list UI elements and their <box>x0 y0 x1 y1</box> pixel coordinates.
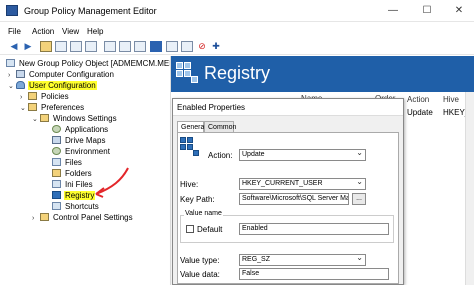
dialog-title: Enabled Properties <box>173 99 403 116</box>
tree-item-drive-maps[interactable]: Drive Maps <box>52 135 106 146</box>
show-hide-tree-icon[interactable] <box>55 41 67 52</box>
action-select[interactable]: Update <box>239 149 366 161</box>
browse-button[interactable]: ... <box>352 193 366 205</box>
menu-file[interactable]: File <box>8 27 21 36</box>
tree-item-files[interactable]: Files <box>52 157 83 168</box>
drive-icon <box>52 136 61 144</box>
panel-title: Registry <box>204 63 271 83</box>
hive-select[interactable]: HKEY_CURRENT_USER <box>239 178 366 190</box>
annotation-arrow <box>95 167 129 198</box>
registry-action-icon <box>180 137 200 157</box>
value-type-label: Value type: <box>180 256 220 265</box>
menu-action[interactable]: Action <box>32 27 54 36</box>
column-action[interactable]: Action <box>407 95 429 104</box>
tree-item-ini-files[interactable]: Ini Files <box>52 179 94 190</box>
report-icon[interactable] <box>166 41 178 52</box>
folder-icon <box>40 114 49 122</box>
applications-icon <box>52 125 61 133</box>
minimize-button[interactable]: — <box>383 3 403 19</box>
settings-icon[interactable] <box>181 41 193 52</box>
export-list-icon[interactable] <box>85 41 97 52</box>
collapse-icon[interactable]: ⌄ <box>8 81 16 92</box>
dialog-body: Action: Update Hive: HKEY_CURRENT_USER K… <box>177 132 399 284</box>
tree-preferences[interactable]: ⌄ Preferences <box>20 102 85 113</box>
tree-item-registry[interactable]: Registry <box>52 190 96 201</box>
list-icon[interactable] <box>119 41 131 52</box>
row-action[interactable]: Update <box>407 108 433 117</box>
properties-dialog: Enabled Properties General Common Action… <box>172 98 404 285</box>
refresh-icon[interactable] <box>70 41 82 52</box>
tree-panel: New Group Policy Object [ADMEMCM.MEMCM ›… <box>0 56 170 285</box>
menu-view[interactable]: View <box>62 27 79 36</box>
action-label: Action: <box>208 151 233 160</box>
tree-item-environment[interactable]: Environment <box>52 146 111 157</box>
value-data-label: Value data: <box>180 270 220 279</box>
help-icon[interactable] <box>150 41 162 52</box>
tree-item-applications[interactable]: Applications <box>52 124 109 135</box>
up-folder-icon[interactable] <box>40 41 52 52</box>
shortcut-icon <box>52 202 61 210</box>
value-type-select[interactable]: REG_SZ <box>239 254 366 266</box>
tree-item-folders[interactable]: Folders <box>52 168 93 179</box>
value-name-input[interactable]: Enabled <box>239 223 389 235</box>
folder-icon <box>28 103 37 111</box>
registry-icon <box>52 191 61 199</box>
scrollbar[interactable] <box>465 92 474 285</box>
tree-item-shortcuts[interactable]: Shortcuts <box>52 201 100 212</box>
properties-icon[interactable] <box>104 41 116 52</box>
value-data-input[interactable]: False <box>239 268 389 280</box>
environment-icon <box>52 147 61 155</box>
value-name-group-label: Value name <box>184 210 223 217</box>
expand-icon[interactable]: › <box>32 213 40 224</box>
file-icon <box>52 158 61 166</box>
window-title: Group Policy Management Editor <box>24 6 157 16</box>
maximize-button[interactable]: ☐ <box>417 3 437 19</box>
default-label: Default <box>197 225 223 234</box>
computer-icon <box>16 70 25 78</box>
menu-help[interactable]: Help <box>87 27 103 36</box>
back-icon[interactable]: ◀ <box>8 41 20 52</box>
tree-windows-settings[interactable]: ⌄ Windows Settings <box>32 113 118 124</box>
delete-icon[interactable]: ⊘ <box>196 41 208 52</box>
title-bar: Group Policy Management Editor — ☐ ✕ <box>0 0 474 22</box>
app-icon <box>6 5 18 16</box>
user-icon <box>16 81 25 89</box>
key-path-input[interactable]: Software\Microsoft\SQL Server Management… <box>239 193 349 205</box>
tree-user-configuration[interactable]: ⌄ User Configuration <box>8 80 97 91</box>
folder-icon <box>28 92 37 100</box>
add-icon[interactable]: ✚ <box>210 41 222 52</box>
ini-file-icon <box>52 180 61 188</box>
toolbar: ◀ ▶ ⊘ ✚ <box>0 39 474 55</box>
policy-icon <box>6 59 15 67</box>
folder-icon <box>40 213 49 221</box>
tree-computer-configuration[interactable]: › Computer Configuration <box>8 69 115 80</box>
folder-icon <box>52 169 61 177</box>
hive-label: Hive: <box>180 180 199 189</box>
column-hive[interactable]: Hive <box>443 95 459 104</box>
close-button[interactable]: ✕ <box>449 3 469 19</box>
tree-policies[interactable]: › Policies <box>20 91 70 102</box>
menu-bar: File Action View Help <box>0 24 474 38</box>
default-checkbox[interactable] <box>186 225 194 233</box>
forward-icon[interactable]: ▶ <box>22 41 34 52</box>
key-path-label: Key Path: <box>180 195 215 204</box>
collapse-icon[interactable]: ⌄ <box>20 103 28 114</box>
registry-icon <box>176 62 198 84</box>
tree-control-panel-settings[interactable]: › Control Panel Settings <box>32 212 134 223</box>
tree-root[interactable]: New Group Policy Object [ADMEMCM.MEMCM <box>6 58 170 69</box>
registry-header: Registry <box>171 56 474 92</box>
view-icon[interactable] <box>134 41 146 52</box>
collapse-icon[interactable]: ⌄ <box>32 114 40 125</box>
